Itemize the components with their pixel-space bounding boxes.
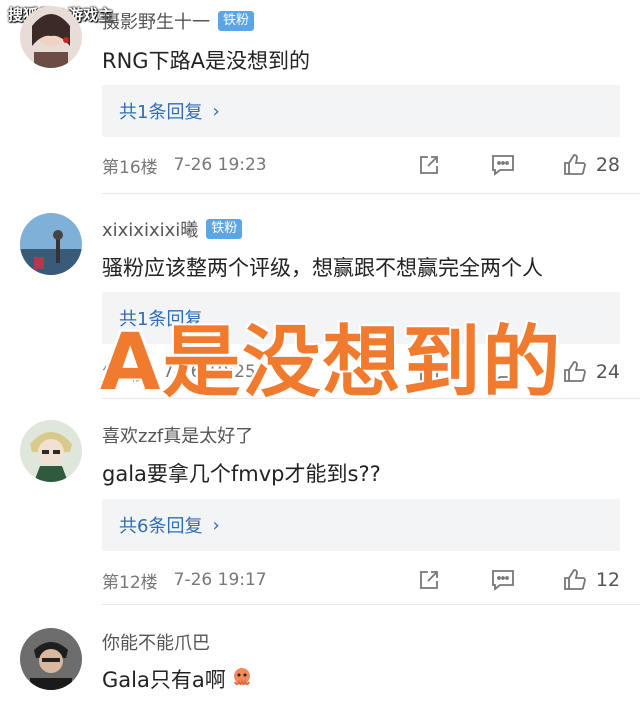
- replies-label: 共1条回复: [119, 309, 203, 330]
- fan-badge: 铁粉: [218, 11, 255, 31]
- username[interactable]: xixixixixi曦: [102, 216, 198, 242]
- comment-4: 你能不能爪巴 Gala只有a啊: [0, 605, 640, 709]
- actions: 28: [416, 153, 620, 177]
- comment-text: Gala只有a啊: [102, 664, 254, 694]
- comment-text: 骚粉应该整两个评级，想赢跟不想赢完全两个人: [102, 256, 543, 280]
- like-count: 28: [595, 154, 620, 176]
- floor-number: 第12楼: [102, 572, 158, 593]
- replies-link[interactable]: 共6条回复 ›: [102, 499, 620, 551]
- octopus-emoji-icon: [230, 665, 254, 694]
- comment-icon[interactable]: [490, 153, 516, 177]
- divider: [102, 398, 640, 399]
- timestamp: 7-26 19:17: [173, 570, 267, 590]
- chevron-right-icon: ›: [212, 514, 220, 536]
- replies-link[interactable]: 共1条回复 ›: [102, 85, 620, 137]
- avatar[interactable]: [20, 628, 82, 690]
- replies-link[interactable]: 共1条回复: [102, 292, 620, 344]
- like-count: 24: [595, 361, 620, 383]
- like-icon[interactable]: [562, 153, 588, 177]
- like-count: 12: [595, 569, 620, 591]
- floor-number: 第7楼: [102, 364, 147, 385]
- username[interactable]: 摄影野生十一: [102, 8, 210, 34]
- timestamp: 7-26 19:25: [162, 362, 256, 382]
- comment-meta: 第12楼 7-26 19:17 12: [102, 565, 620, 595]
- floor-number: 第16楼: [102, 157, 158, 178]
- avatar[interactable]: [20, 6, 82, 68]
- comment-text: RNG下路A是没想到的: [102, 49, 310, 73]
- comment-text: gala要拿几个fmvp才能到s??: [102, 462, 381, 486]
- comment-text-value: Gala只有a啊: [102, 668, 226, 692]
- username[interactable]: 喜欢zzf真是太好了: [102, 422, 253, 448]
- chevron-right-icon: ›: [212, 100, 220, 122]
- share-icon[interactable]: [416, 153, 442, 177]
- fan-badge: 铁粉: [206, 219, 243, 239]
- actions: 12: [416, 568, 620, 592]
- comment-icon[interactable]: [490, 568, 516, 592]
- like-icon[interactable]: [562, 360, 588, 384]
- comment-meta: 第16楼 7-26 19:23 28: [102, 150, 620, 180]
- share-icon[interactable]: [416, 360, 442, 384]
- comment-meta: 第7楼 7-26 19:25 24: [102, 357, 620, 387]
- avatar[interactable]: [20, 420, 82, 482]
- comment-1: 摄影野生十一 铁粉 RNG下路A是没想到的 共1条回复 › 第16楼 7-26 …: [0, 0, 640, 195]
- comment-3: 喜欢zzf真是太好了 gala要拿几个fmvp才能到s?? 共6条回复 › 第1…: [0, 400, 640, 605]
- actions: 24: [416, 360, 620, 384]
- like-icon[interactable]: [562, 568, 588, 592]
- timestamp: 7-26 19:23: [173, 155, 267, 175]
- comment-icon[interactable]: [490, 360, 516, 384]
- comment-2: xixixixixi曦 铁粉 骚粉应该整两个评级，想赢跟不想赢完全两个人 共1条…: [0, 195, 640, 400]
- replies-label: 共1条回复: [119, 102, 203, 123]
- username[interactable]: 你能不能爪巴: [102, 629, 210, 655]
- replies-label: 共6条回复: [119, 516, 203, 537]
- avatar[interactable]: [20, 213, 82, 275]
- share-icon[interactable]: [416, 568, 442, 592]
- divider: [102, 193, 640, 194]
